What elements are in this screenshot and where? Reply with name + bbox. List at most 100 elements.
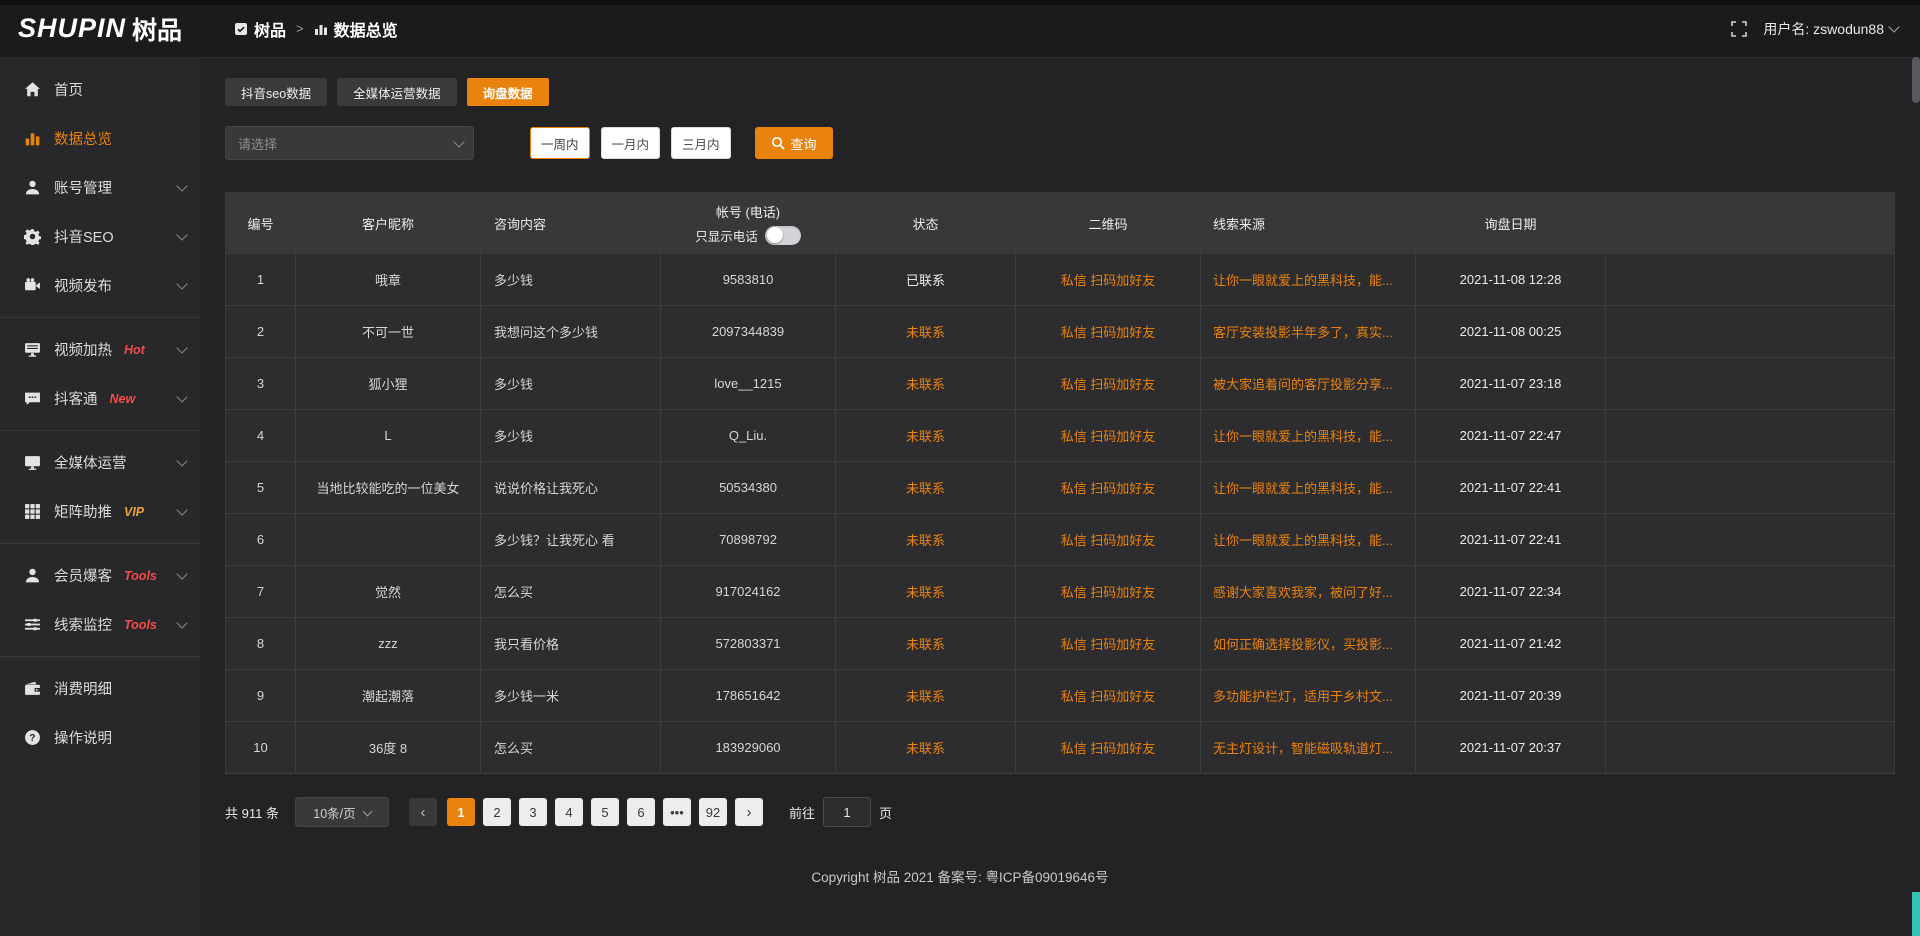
sidebar-item-member-burst[interactable]: 会员爆客 Tools: [0, 551, 200, 600]
cell-qrcode-link[interactable]: 私信 扫码加好友: [1016, 722, 1201, 773]
sidebar-item-label: 抖音SEO: [54, 226, 114, 247]
sidebar-item-label: 全媒体运营: [54, 452, 127, 473]
cell-inquiry-date: 2021-11-07 22:41: [1416, 462, 1606, 513]
table-row: 5 当地比较能吃的一位美女 说说价格让我死心 50534380 未联系 私信 扫…: [226, 462, 1894, 514]
goto-page-input[interactable]: [823, 797, 871, 827]
cell-nickname: 当地比较能吃的一位美女: [296, 462, 481, 513]
sidebar-item-lead-monitoring[interactable]: 线索监控 Tools: [0, 600, 200, 649]
prev-page-button[interactable]: ‹: [409, 798, 437, 826]
cell-inquiry-date: 2021-11-07 22:34: [1416, 566, 1606, 617]
table-row: 4 L 多少钱 Q_Liu. 未联系 私信 扫码加好友 让你一眼就爱上的黑科技，…: [226, 410, 1894, 462]
sidebar-item-data-overview[interactable]: 数据总览: [0, 114, 200, 163]
cell-lead-source-link[interactable]: 让你一眼就爱上的黑科技，能...: [1201, 514, 1416, 565]
cell-lead-source-link[interactable]: 被大家追着问的客厅投影分享...: [1201, 358, 1416, 409]
chevron-down-icon: [176, 229, 187, 240]
tab[interactable]: 询盘数据: [467, 78, 549, 106]
breadcrumb-root[interactable]: 树品: [234, 17, 286, 41]
cell-qrcode-link[interactable]: 私信 扫码加好友: [1016, 410, 1201, 461]
sidebar-item-douyin-seo[interactable]: 抖音SEO: [0, 212, 200, 261]
cell-qrcode-link[interactable]: 私信 扫码加好友: [1016, 566, 1201, 617]
sidebar-item-account-management[interactable]: 账号管理: [0, 163, 200, 212]
col-header-lead-source: 线索来源: [1201, 193, 1416, 253]
page-button[interactable]: 6: [627, 798, 655, 826]
cell-inquiry-date: 2021-11-08 00:25: [1416, 306, 1606, 357]
range-button[interactable]: 一月内: [601, 127, 661, 159]
top-bar: SHUPIN 树品 树品 > 数据总览 用: [0, 0, 1920, 57]
cell-lead-source-link[interactable]: 让你一眼就爱上的黑科技，能...: [1201, 410, 1416, 461]
chevron-down-icon: [176, 278, 187, 289]
sidebar-item-label: 视频发布: [54, 275, 112, 296]
tab[interactable]: 抖音seo数据: [225, 78, 327, 106]
cell-lead-source-link[interactable]: 感谢大家喜欢我家，被问了好...: [1201, 566, 1416, 617]
chevron-down-icon: [176, 568, 187, 579]
select-placeholder: 请选择: [238, 134, 277, 153]
app-window: SHUPIN 树品 树品 > 数据总览 用: [0, 0, 1920, 936]
page-button[interactable]: 1: [447, 798, 475, 826]
cell-qrcode-link[interactable]: 私信 扫码加好友: [1016, 514, 1201, 565]
user-menu[interactable]: 用户名: zswodun88: [1763, 19, 1898, 39]
fullscreen-icon[interactable]: [1731, 21, 1747, 37]
page-button[interactable]: 2: [483, 798, 511, 826]
cell-inquiry-content: 多少钱？让我死心 看: [481, 514, 661, 565]
cell-qrcode-link[interactable]: 私信 扫码加好友: [1016, 462, 1201, 513]
search-button[interactable]: 查询: [755, 127, 833, 159]
cell-serial: 3: [226, 358, 296, 409]
range-button[interactable]: 一周内: [530, 127, 590, 159]
cell-lead-source-link[interactable]: 如何正确选择投影仪，买投影...: [1201, 618, 1416, 669]
cell-status: 未联系: [836, 618, 1016, 669]
cell-serial: 2: [226, 306, 296, 357]
main-content: 抖音seo数据 全媒体运营数据 询盘数据 请选择 一周内 一月内 三月内: [200, 57, 1920, 936]
sidebar-divider: [0, 543, 200, 544]
cell-qrcode-link[interactable]: 私信 扫码加好友: [1016, 670, 1201, 721]
cell-empty: [1606, 670, 1894, 721]
cell-qrcode-link[interactable]: 私信 扫码加好友: [1016, 618, 1201, 669]
sliders-icon: [24, 616, 41, 633]
sidebar-item-matrix-boost[interactable]: 矩阵助推 VIP: [0, 487, 200, 536]
sidebar-item-home[interactable]: 首页: [0, 65, 200, 114]
sidebar-item-instructions[interactable]: ? 操作说明: [0, 713, 200, 762]
filter-select[interactable]: 请选择: [225, 126, 474, 160]
sidebar-item-label: 抖客通: [54, 388, 98, 409]
page-size-select[interactable]: 10条/页: [295, 797, 389, 827]
cell-qrcode-link[interactable]: 私信 扫码加好友: [1016, 358, 1201, 409]
cell-lead-source-link[interactable]: 客厅安装投影半年多了，真实...: [1201, 306, 1416, 357]
sidebar-item-doukettong[interactable]: 抖客通 New: [0, 374, 200, 423]
sidebar-item-omnimedia-operation[interactable]: 全媒体运营: [0, 438, 200, 487]
search-icon: [771, 136, 785, 150]
page-button[interactable]: 5: [591, 798, 619, 826]
scrollbar-thumb[interactable]: [1912, 57, 1920, 103]
phone-only-toggle[interactable]: [765, 226, 801, 245]
cell-empty: [1606, 462, 1894, 513]
scrollbar[interactable]: [1912, 0, 1920, 936]
sidebar-item-label: 消费明细: [54, 678, 112, 699]
cell-lead-source-link[interactable]: 让你一眼就爱上的黑科技，能...: [1201, 462, 1416, 513]
sidebar-item-label: 账号管理: [54, 177, 112, 198]
tab[interactable]: 全媒体运营数据: [337, 78, 457, 106]
sidebar-divider: [0, 656, 200, 657]
page-button[interactable]: 92: [699, 798, 727, 826]
cell-lead-source-link[interactable]: 让你一眼就爱上的黑科技，能...: [1201, 254, 1416, 305]
page-button[interactable]: 4: [555, 798, 583, 826]
tools-badge: Tools: [124, 618, 157, 632]
cell-serial: 10: [226, 722, 296, 773]
table-body: 1 哦章 多少钱 9583810 已联系 私信 扫码加好友 让你一眼就爱上的黑科…: [226, 254, 1894, 774]
sidebar-item-video-publish[interactable]: 视频发布: [0, 261, 200, 310]
cell-lead-source-link[interactable]: 多功能护栏灯，适用于乡村文...: [1201, 670, 1416, 721]
table-row: 1 哦章 多少钱 9583810 已联系 私信 扫码加好友 让你一眼就爱上的黑科…: [226, 254, 1894, 306]
page-button[interactable]: 3: [519, 798, 547, 826]
cell-qrcode-link[interactable]: 私信 扫码加好友: [1016, 306, 1201, 357]
page-button[interactable]: •••: [663, 798, 691, 826]
cell-lead-source-link[interactable]: 无主灯设计，智能磁吸轨道灯...: [1201, 722, 1416, 773]
cell-empty: [1606, 566, 1894, 617]
tab-label: 抖音seo数据: [241, 83, 311, 102]
cell-serial: 4: [226, 410, 296, 461]
bar-chart-icon: [24, 130, 41, 147]
cell-qrcode-link[interactable]: 私信 扫码加好友: [1016, 254, 1201, 305]
sidebar-item-consumption-detail[interactable]: 消费明细: [0, 664, 200, 713]
table-row: 10 36度 8 怎么买 183929060 未联系 私信 扫码加好友 无主灯设…: [226, 722, 1894, 774]
next-page-button[interactable]: ›: [735, 798, 763, 826]
range-button[interactable]: 三月内: [671, 127, 731, 159]
breadcrumb: 树品 > 数据总览: [234, 17, 398, 41]
sidebar-item-video-heating[interactable]: 视频加热 Hot: [0, 325, 200, 374]
pagination: 共 911 条 10条/页 ‹ 1 2 3 4 5 6: [225, 797, 1895, 827]
